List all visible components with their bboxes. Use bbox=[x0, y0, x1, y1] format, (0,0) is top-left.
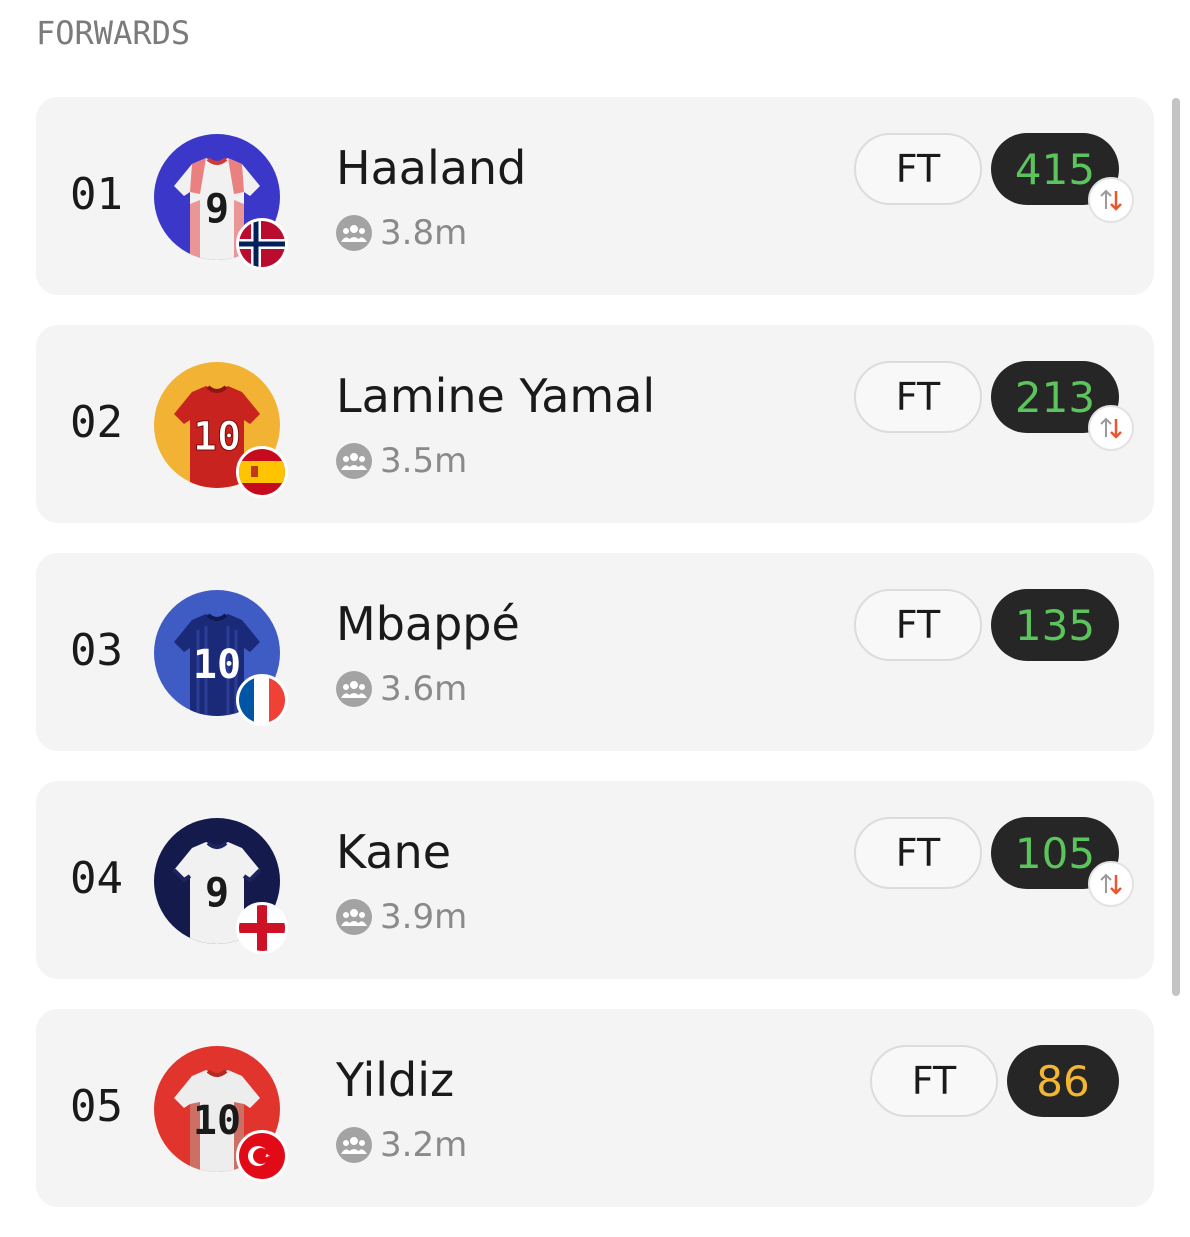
svg-text:10: 10 bbox=[193, 642, 241, 688]
people-icon bbox=[336, 1127, 372, 1163]
rank-number: 04 bbox=[70, 853, 123, 904]
svg-text:10: 10 bbox=[193, 414, 241, 460]
followers-count: 3.8m bbox=[380, 213, 468, 253]
player-card-mbappe[interactable]: 03 10 Mbappé 3.6m FT 135 bbox=[36, 553, 1154, 751]
status-pill: FT bbox=[854, 817, 982, 889]
player-card-yildiz[interactable]: 05 10 Yildiz 3.2m FT 86 bbox=[36, 1009, 1154, 1207]
people-icon bbox=[336, 671, 372, 707]
status-pill: FT bbox=[854, 589, 982, 661]
player-list: 01 9 Haaland 3.8m FT 415 02 10 Lamine Ya… bbox=[36, 97, 1154, 1237]
status-pill: FT bbox=[854, 133, 982, 205]
people-icon bbox=[336, 899, 372, 935]
followers-count: 3.6m bbox=[380, 669, 468, 709]
status-pill: FT bbox=[854, 361, 982, 433]
followers: 3.8m bbox=[336, 213, 467, 253]
swap-down-icon bbox=[1088, 177, 1134, 223]
followers: 3.2m bbox=[336, 1125, 467, 1165]
spain-flag-icon bbox=[236, 446, 288, 498]
player-card-lamine-yamal[interactable]: 02 10 Lamine Yamal 3.5m FT 213 bbox=[36, 325, 1154, 523]
followers: 3.5m bbox=[336, 441, 467, 481]
avatar: 10 bbox=[154, 1046, 288, 1182]
svg-text:9: 9 bbox=[205, 870, 229, 916]
player-name: Lamine Yamal bbox=[336, 369, 656, 423]
followers: 3.9m bbox=[336, 897, 467, 937]
player-name: Yildiz bbox=[336, 1053, 455, 1107]
svg-text:9: 9 bbox=[205, 186, 229, 232]
player-name: Haaland bbox=[336, 141, 527, 195]
avatar: 10 bbox=[154, 590, 288, 726]
rank-number: 02 bbox=[70, 397, 123, 448]
people-icon bbox=[336, 215, 372, 251]
svg-text:10: 10 bbox=[193, 1098, 241, 1144]
rank-number: 05 bbox=[70, 1081, 123, 1132]
player-card-haaland[interactable]: 01 9 Haaland 3.8m FT 415 bbox=[36, 97, 1154, 295]
followers-count: 3.5m bbox=[380, 441, 468, 481]
avatar: 10 bbox=[154, 362, 288, 498]
people-icon bbox=[336, 443, 372, 479]
avatar: 9 bbox=[154, 818, 288, 954]
rank-number: 01 bbox=[70, 169, 123, 220]
score-pill[interactable]: 135 bbox=[991, 589, 1119, 661]
turkey-flag-icon bbox=[236, 1130, 288, 1182]
followers: 3.6m bbox=[336, 669, 467, 709]
score-pill[interactable]: 86 bbox=[1007, 1045, 1119, 1117]
swap-down-icon bbox=[1088, 861, 1134, 907]
rank-number: 03 bbox=[70, 625, 123, 676]
scrollbar[interactable] bbox=[1172, 98, 1180, 996]
player-name: Mbappé bbox=[336, 597, 520, 651]
avatar: 9 bbox=[154, 134, 288, 270]
followers-count: 3.2m bbox=[380, 1125, 468, 1165]
followers-count: 3.9m bbox=[380, 897, 468, 937]
player-card-kane[interactable]: 04 9 Kane 3.9m FT 105 bbox=[36, 781, 1154, 979]
england-flag-icon bbox=[236, 902, 288, 954]
norway-flag-icon bbox=[236, 218, 288, 270]
swap-down-icon bbox=[1088, 405, 1134, 451]
section-title: FORWARDS bbox=[36, 14, 191, 52]
status-pill: FT bbox=[870, 1045, 998, 1117]
player-name: Kane bbox=[336, 825, 451, 879]
france-flag-icon bbox=[236, 674, 288, 726]
